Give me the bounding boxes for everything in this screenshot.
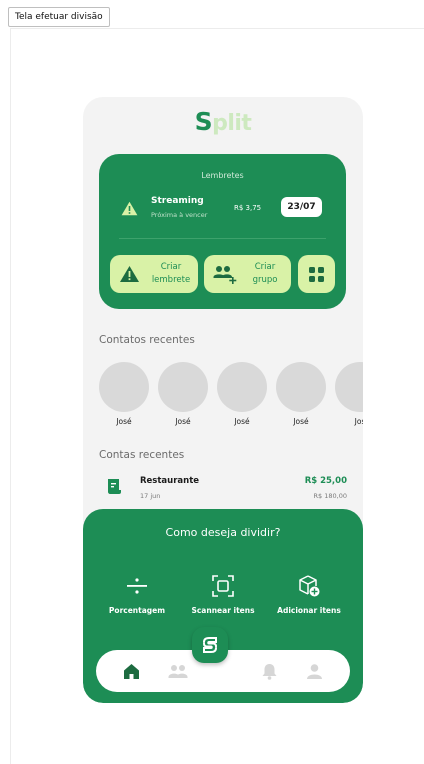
add-items-option[interactable]: Adicionar itens [264,575,354,615]
receipt-icon [108,479,121,494]
logo-mark: Split [194,107,252,136]
account-name: Restaurante [140,476,200,486]
create-group-label: Criar grupo [252,262,278,285]
recent-accounts-title: Contas recentes [99,449,185,461]
reminder-name: Streaming [151,196,204,206]
user-icon[interactable] [306,663,323,680]
phone-screen: Split Lembretes Streaming Próxima à venc… [83,97,363,703]
account-row[interactable]: Restaurante 17 jun R$ 25,00 R$ 180,00 [83,470,363,510]
avatar [335,362,363,412]
page-tab[interactable]: Tela efetuar divisão [8,7,110,27]
reminders-card: Lembretes Streaming Próxima à vencer R$ … [99,154,346,309]
create-reminder-button[interactable]: Criar lembrete [110,255,198,293]
scan-items-option[interactable]: Scannear itens [178,575,268,615]
group-add-icon [213,266,237,284]
contact-item[interactable]: José [276,362,326,426]
split-sheet: Como deseja dividir? Porcentagem Scannea… [83,509,363,703]
scan-items-label: Scannear itens [191,606,255,615]
contact-name: José [116,417,132,426]
split-action-button[interactable] [192,627,228,663]
avatar [276,362,326,412]
bell-icon[interactable] [261,663,278,680]
warning-icon [121,201,138,216]
percentage-label: Porcentagem [108,606,166,615]
split-sheet-title: Como deseja dividir? [165,526,281,539]
contact-item[interactable]: José [99,362,149,426]
reminder-subtitle: Próxima à vencer [151,211,208,219]
split-icon [203,637,217,653]
recent-contacts-list: José José José José Jos [99,362,363,426]
recent-contacts-title: Contatos recentes [99,334,195,346]
account-total: R$ 180,00 [313,492,347,500]
scan-icon [212,575,234,597]
create-reminder-label: Criar lembrete [151,262,191,285]
divide-icon [127,578,147,594]
contact-name: Jos [354,417,363,426]
more-options-button[interactable] [298,255,335,293]
grid-icon [309,267,324,282]
reminder-value: R$ 3,75 [234,204,262,212]
contact-name: José [175,417,191,426]
reminder-date-badge[interactable]: 23/07 [281,197,322,217]
avatar [158,362,208,412]
contact-item[interactable]: Jos [335,362,363,426]
reminders-title: Lembretes [201,171,244,180]
divider [119,238,326,239]
account-amount: R$ 25,00 [304,476,347,486]
box-add-icon [299,575,320,597]
contact-name: José [234,417,250,426]
contact-name: José [293,417,309,426]
warning-icon [120,266,139,282]
contact-item[interactable]: José [217,362,267,426]
group-icon[interactable] [168,663,188,680]
add-items-label: Adicionar itens [277,606,341,615]
contact-item[interactable]: José [158,362,208,426]
avatar [217,362,267,412]
app-logo: Split [83,107,363,136]
account-date: 17 jun [140,492,161,500]
home-icon[interactable] [123,663,140,680]
create-group-button[interactable]: Criar grupo [204,255,291,293]
avatar [99,362,149,412]
percentage-option[interactable]: Porcentagem [92,575,182,615]
